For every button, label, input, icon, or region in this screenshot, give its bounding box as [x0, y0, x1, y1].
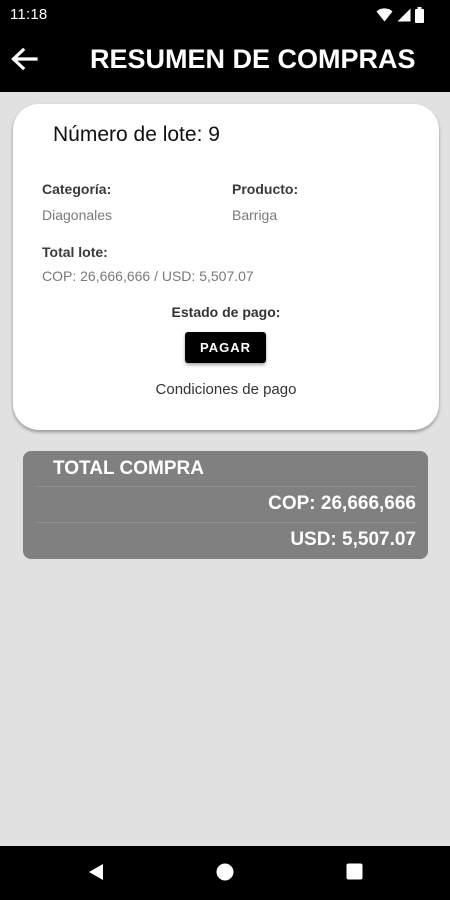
lot-card: Número de lote: 9 Categoría: Diagonales … — [13, 104, 439, 430]
lot-total-value: COP: 26,666,666 / USD: 5,507.07 — [42, 268, 254, 284]
back-triangle-icon — [88, 863, 104, 886]
screen: 11:18 RESUMEN DE COMPRAS Número de lote:… — [0, 0, 450, 900]
category-label: Categoría: — [42, 181, 112, 197]
app-bar: RESUMEN DE COMPRAS — [0, 30, 450, 92]
total-divider — [35, 522, 416, 523]
total-purchase-box: TOTAL COMPRA COP: 26,666,666 USD: 5,507.… — [23, 451, 428, 559]
status-bar: 11:18 — [0, 0, 450, 30]
category-value: Diagonales — [42, 207, 113, 223]
total-usd-amount: USD: 5,507.07 — [290, 529, 416, 550]
status-icons — [376, 7, 424, 23]
lot-total-label: Total lote: — [42, 244, 108, 260]
navigation-bar — [0, 846, 450, 900]
nav-recents-button[interactable] — [343, 863, 365, 885]
total-purchase-title: TOTAL COMPRA — [53, 458, 204, 479]
nav-back-button[interactable] — [85, 863, 107, 885]
product-label: Producto: — [232, 181, 299, 197]
payment-status-label: Estado de pago: — [171, 304, 281, 320]
total-cop-amount: COP: 26,666,666 — [268, 493, 416, 514]
status-time: 11:18 — [10, 6, 48, 23]
product-value: Barriga — [232, 207, 278, 223]
payment-conditions-link[interactable]: Condiciones de pago — [13, 381, 439, 398]
signal-icon — [397, 8, 411, 22]
total-divider — [35, 486, 416, 487]
back-button[interactable] — [8, 45, 40, 77]
nav-home-button[interactable] — [214, 863, 236, 885]
battery-icon — [415, 7, 424, 23]
lot-number-title: Número de lote: 9 — [53, 123, 220, 146]
page-title: RESUMEN DE COMPRAS — [90, 44, 416, 74]
arrow-left-icon — [10, 47, 38, 76]
pay-button[interactable]: PAGAR — [185, 332, 266, 363]
home-circle-icon — [216, 863, 234, 886]
recents-square-icon — [346, 863, 363, 885]
wifi-icon — [376, 8, 393, 22]
